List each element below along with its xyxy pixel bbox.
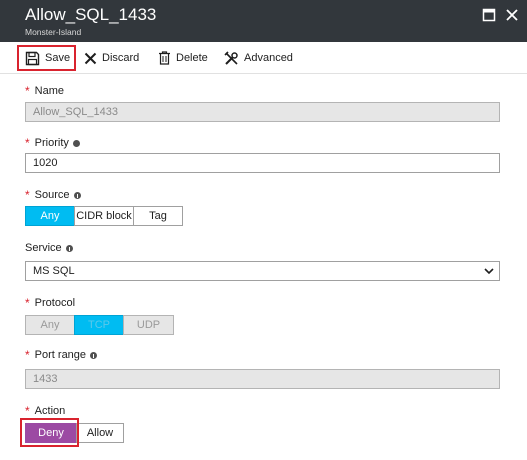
delete-button[interactable]: Delete <box>158 45 208 71</box>
source-selector: Any CIDR block Tag <box>25 206 183 226</box>
source-option-tag[interactable]: Tag <box>133 206 183 226</box>
save-button[interactable]: Save <box>17 45 76 71</box>
name-field: Allow_SQL_1433 <box>25 102 500 122</box>
close-icon <box>84 52 97 64</box>
service-value: MS SQL <box>33 265 75 277</box>
protocol-selector: Any TCP UDP <box>25 315 174 335</box>
advanced-button[interactable]: Advanced <box>224 45 293 71</box>
discard-label: Discard <box>102 52 140 64</box>
protocol-option-udp: UDP <box>123 315 174 335</box>
port-range-field: 1433 <box>25 369 500 389</box>
chevron-down-icon <box>484 268 494 275</box>
maximize-icon[interactable] <box>482 8 496 22</box>
service-label: Service <box>25 242 73 254</box>
action-label: * Action <box>25 403 66 418</box>
save-icon <box>25 51 40 65</box>
info-icon[interactable] <box>65 244 73 252</box>
name-label: * Name <box>25 83 65 98</box>
highlight-box <box>20 418 79 447</box>
close-window-icon[interactable] <box>505 8 519 22</box>
required-marker: * <box>25 135 30 150</box>
advanced-label: Advanced <box>244 52 293 64</box>
info-icon[interactable] <box>73 191 81 199</box>
required-marker: * <box>25 347 30 362</box>
source-label: * Source <box>25 189 81 201</box>
priority-label: * Priority <box>25 137 80 149</box>
blade-title: Allow_SQL_1433 <box>25 5 157 24</box>
blade-subtitle: Monster-Island <box>25 27 82 37</box>
delete-label: Delete <box>176 52 208 64</box>
required-marker: * <box>25 83 30 98</box>
source-option-any[interactable]: Any <box>25 206 75 226</box>
info-icon[interactable] <box>72 139 80 147</box>
protocol-option-any: Any <box>25 315 75 335</box>
info-icon[interactable] <box>90 351 98 359</box>
blade-header: Allow_SQL_1433 Monster-Island <box>0 0 527 42</box>
required-marker: * <box>25 295 30 310</box>
command-bar: Save Discard Delete Advanced <box>0 42 527 74</box>
required-marker: * <box>25 187 30 202</box>
source-option-cidr-block[interactable]: CIDR block <box>74 206 134 226</box>
action-option-allow[interactable]: Allow <box>76 423 124 443</box>
discard-button[interactable]: Discard <box>84 45 139 71</box>
protocol-option-tcp: TCP <box>74 315 124 335</box>
trash-icon <box>159 51 170 65</box>
service-dropdown[interactable]: MS SQL <box>25 261 500 281</box>
required-marker: * <box>25 403 30 418</box>
save-label: Save <box>45 52 71 64</box>
priority-field[interactable]: 1020 <box>25 153 500 173</box>
tools-icon <box>224 50 238 65</box>
protocol-label: * Protocol <box>25 295 76 310</box>
port-range-label: * Port range <box>25 347 98 362</box>
